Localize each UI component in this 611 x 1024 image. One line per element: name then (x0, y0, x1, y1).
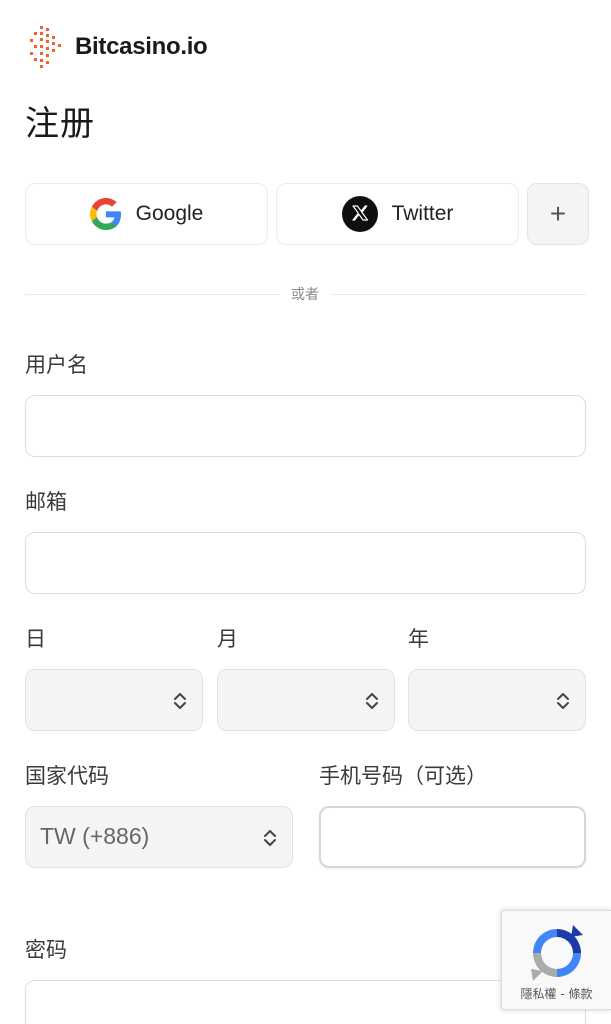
bitcasino-logo-icon (30, 26, 62, 68)
password-label: 密码 (25, 938, 67, 962)
chevron-updown-icon (555, 690, 571, 716)
chevron-updown-icon (172, 690, 188, 716)
signup-page: Bitcasino.io 注册 Google Twitter + 或者 用户名 … (0, 0, 611, 1024)
google-icon (89, 198, 122, 230)
recaptcha-icon (527, 923, 587, 989)
google-login-button[interactable]: Google (25, 183, 268, 245)
username-label: 用户名 (25, 353, 88, 377)
country-code-label: 国家代码 (25, 764, 109, 788)
chevron-updown-icon (364, 690, 380, 716)
phone-label: 手机号码（可选） (319, 764, 487, 788)
month-select[interactable] (217, 669, 395, 731)
email-input[interactable] (25, 532, 586, 594)
page-title: 注册 (25, 104, 95, 144)
phone-input[interactable] (319, 806, 586, 868)
brand-logo[interactable]: Bitcasino.io (30, 26, 208, 68)
twitter-login-button[interactable]: Twitter (276, 183, 519, 245)
plus-icon: + (549, 198, 567, 229)
day-select[interactable] (25, 669, 203, 731)
divider-text: 或者 (280, 284, 330, 304)
recaptcha-links[interactable]: 隱私權 - 條款 (502, 985, 611, 1002)
day-label: 日 (25, 627, 46, 651)
email-label: 邮箱 (25, 490, 67, 514)
country-code-value: TW (+886) (40, 823, 150, 849)
year-label: 年 (408, 627, 429, 651)
twitter-login-label: Twitter (391, 202, 454, 225)
recaptcha-badge[interactable]: 隱私權 - 條款 (501, 910, 611, 1010)
brand-name: Bitcasino.io (75, 33, 208, 60)
month-label: 月 (217, 627, 238, 651)
year-select[interactable] (408, 669, 586, 731)
country-code-select[interactable]: TW (+886) (25, 806, 293, 868)
social-login-row: Google Twitter + (25, 183, 589, 245)
chevron-updown-icon (262, 827, 278, 853)
username-input[interactable] (25, 395, 586, 457)
more-options-button[interactable]: + (527, 183, 589, 245)
x-twitter-icon (341, 196, 378, 232)
google-login-label: Google (135, 202, 204, 225)
